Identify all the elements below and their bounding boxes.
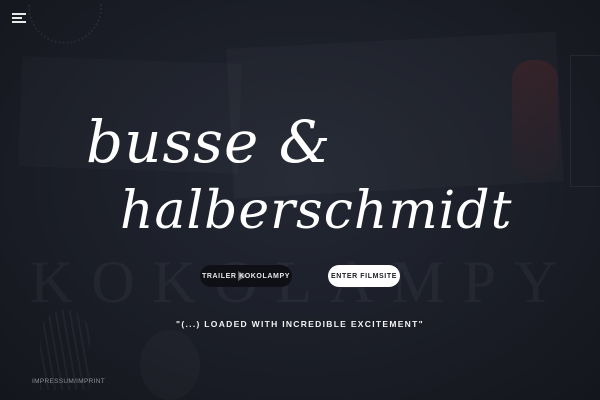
hamburger-menu-icon[interactable] bbox=[12, 11, 28, 25]
menu-bar bbox=[12, 13, 26, 15]
background-film-title: KOKOLAMPY bbox=[30, 248, 575, 317]
trailer-button-label: TRAILER KOKOLAMPY bbox=[202, 272, 290, 280]
background-frame bbox=[570, 55, 600, 187]
laurel-wreath-icon bbox=[28, 4, 102, 44]
logo-line-2: halberschmidt bbox=[120, 181, 512, 241]
hero-section: KOKOLAMPY busse & halberschmidt TRAILER … bbox=[0, 0, 600, 400]
logo[interactable]: busse & halberschmidt bbox=[80, 100, 520, 250]
background-face bbox=[140, 330, 200, 400]
trailer-button[interactable]: TRAILER KOKOLAMPY bbox=[200, 265, 292, 287]
enter-filmsite-label: ENTER FILMSITE bbox=[331, 272, 397, 280]
press-quote: "(...) LOADED WITH INCREDIBLE EXCITEMENT… bbox=[176, 319, 424, 329]
menu-bar bbox=[12, 17, 22, 19]
enter-filmsite-button[interactable]: ENTER FILMSITE bbox=[328, 265, 400, 287]
logo-line-1: busse & bbox=[86, 108, 331, 176]
imprint-link[interactable]: IMPRESSUM/IMPRINT bbox=[32, 378, 105, 385]
menu-bar bbox=[12, 21, 26, 23]
